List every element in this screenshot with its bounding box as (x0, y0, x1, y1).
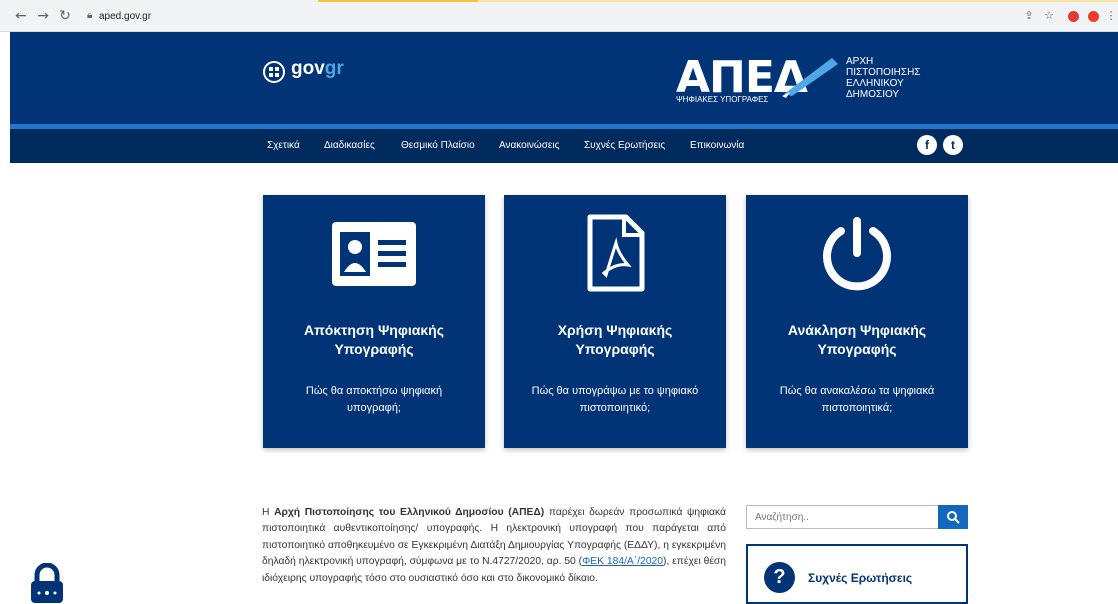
org-name-line: ΔΗΜΟΣΙΟΥ (846, 89, 900, 100)
nav-item-procedures[interactable]: Διαδικασίες (324, 140, 375, 151)
main-nav: Σχετικά Διαδικασίες Θεσμικό Πλαίσιο Ανακ… (10, 129, 1118, 163)
card-description: Πώς θα ανακαλέσω τα ψηφιακά πιστοποιητικ… (766, 383, 948, 417)
url-text[interactable]: aped.gov.gr (99, 11, 151, 22)
card-description: Πώς θα αποκτήσω ψηφιακή υπογραφή; (283, 383, 465, 417)
pen-icon (782, 58, 838, 98)
twitter-icon[interactable]: t (943, 135, 963, 155)
govgr-logo[interactable]: govgr (291, 58, 344, 80)
govgr-brand-accent: gr (324, 58, 344, 79)
org-name-line: ΕΛΛΗΝΙΚΟΥ (846, 78, 904, 89)
page-load-indicator-track (478, 0, 1118, 2)
browser-toolbar: ← → ↻ 🔒︎ aped.gov.gr ⇪ ☆ ⋮ (0, 0, 1118, 32)
card-title: Απόκτηση Ψηφιακής Υπογραφής (263, 321, 485, 359)
page-load-indicator (318, 0, 478, 2)
fek-link[interactable]: ΦΕΚ 184/Α΄/2020 (582, 556, 663, 567)
nav-item-contact[interactable]: Επικοινωνία (690, 140, 744, 151)
card-title-line: Υπογραφής (817, 341, 897, 357)
pdf-document-icon (587, 214, 645, 292)
aped-logo-subtitle: ΨΗΦΙΑΚΕΣ ΥΠΟΓΡΑΦΕΣ (676, 95, 769, 104)
share-icon[interactable]: ⇪ (1022, 9, 1036, 23)
nav-item-legal-framework[interactable]: Θεσμικό Πλαίσιο (401, 140, 475, 151)
govgr-brand: gov (291, 58, 325, 79)
card-description: Πώς θα υπογράψω με το ψηφιακό πιστοποιητ… (524, 383, 706, 417)
card-desc-line: πιστοποιητικά; (821, 402, 893, 414)
reload-icon[interactable]: ↻ (58, 9, 72, 23)
accessibility-lock-icon[interactable] (23, 563, 71, 603)
site-header (10, 32, 1118, 124)
question-icon: ? (764, 562, 795, 593)
lock-icon[interactable]: 🔒︎ (87, 10, 92, 21)
card-obtain-signature[interactable]: Απόκτηση Ψηφιακής Υπογραφής Πώς θα αποκτ… (263, 195, 485, 448)
card-title: Ανάκληση Ψηφιακής Υπογραφής (746, 321, 968, 359)
card-title-line: Υπογραφής (334, 341, 414, 357)
org-name-line: ΠΙΣΤΟΠΟΙΗΣΗΣ (846, 67, 921, 78)
greek-emblem-icon (263, 61, 285, 83)
card-desc-line: Πώς θα υπογράψω με το ψηφιακό (531, 385, 699, 397)
faq-link-box[interactable]: ? Συχνές Ερωτήσεις (746, 544, 968, 604)
nav-item-faq[interactable]: Συχνές Ερωτήσεις (584, 140, 665, 151)
card-title-line: Υπογραφής (575, 341, 655, 357)
star-icon[interactable]: ☆ (1042, 9, 1056, 23)
intro-prefix: Η (262, 507, 275, 518)
power-icon (823, 217, 891, 291)
aped-org-name: ΑΡΧΗ ΠΙΣΤΟΠΟΙΗΣΗΣ ΕΛΛΗΝΙΚΟΥ ΔΗΜΟΣΙΟΥ (846, 56, 920, 100)
faq-label: Συχνές Ερωτήσεις (808, 571, 913, 585)
intro-paragraph: Η Αρχή Πιστοποίησης του Ελληνικού Δημοσί… (262, 505, 726, 587)
nav-item-announcements[interactable]: Ανακοινώσεις (499, 140, 559, 151)
card-desc-line: πιστοποιητικό; (579, 402, 651, 414)
arrow-left-icon[interactable]: ← (14, 9, 28, 23)
address-bar[interactable] (80, 7, 1090, 26)
facebook-icon[interactable]: f (917, 135, 937, 155)
card-revoke-signature[interactable]: Ανάκληση Ψηφιακής Υπογραφής Πώς θα ανακα… (746, 195, 968, 448)
card-desc-line: Πώς θα αποκτήσω ψηφιακή (305, 385, 443, 397)
card-desc-line: υπογραφή; (347, 402, 401, 414)
card-desc-line: Πώς θα ανακαλέσω τα ψηφιακά (779, 385, 935, 397)
arrow-right-icon[interactable]: → (36, 9, 50, 23)
org-name-line: ΑΡΧΗ (846, 56, 874, 67)
card-title-line: Ανάκληση Ψηφιακής (787, 322, 927, 338)
extension-abp-icon[interactable] (1068, 11, 1079, 22)
intro-org-name: Αρχή Πιστοποίησης του Ελληνικού Δημοσίου… (274, 507, 545, 518)
search-input[interactable] (746, 505, 939, 529)
search-icon (947, 511, 960, 524)
extension-opera-icon[interactable] (1088, 11, 1099, 22)
search-button[interactable] (938, 505, 968, 529)
nav-item-about[interactable]: Σχετικά (267, 140, 300, 151)
card-title-line: Χρήση Ψηφιακής (557, 322, 673, 338)
card-use-signature[interactable]: Χρήση Ψηφιακής Υπογραφής Πώς θα υπογράψω… (504, 195, 726, 448)
menu-icon[interactable]: ⋮ (1104, 9, 1118, 23)
id-card-icon (332, 222, 416, 286)
card-title: Χρήση Ψηφιακής Υπογραφής (504, 321, 726, 359)
card-title-line: Απόκτηση Ψηφιακής (303, 322, 445, 338)
